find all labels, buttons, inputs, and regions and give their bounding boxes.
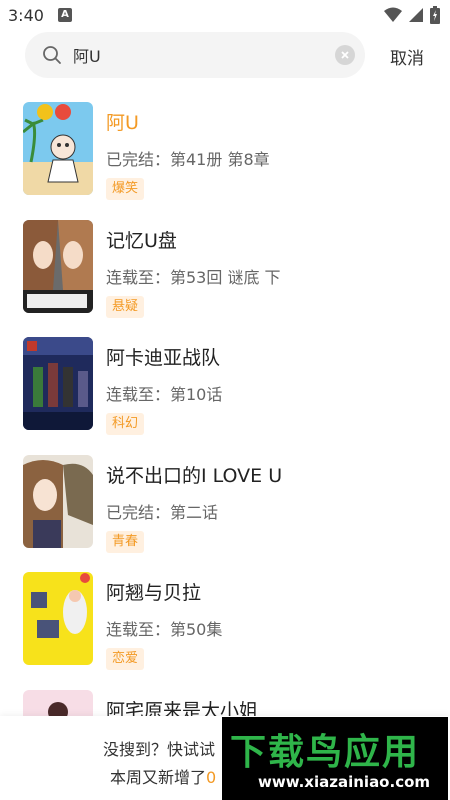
battery-icon	[430, 6, 440, 24]
comic-cover[interactable]	[23, 337, 93, 430]
search-icon	[43, 46, 61, 64]
result-title: 阿卡迪亚战队	[106, 347, 221, 369]
notification-icon: A	[57, 8, 72, 22]
genre-tag: 青春	[106, 530, 145, 553]
watermark-logo: 下载鸟应用 www.xiazainiao.com	[222, 717, 448, 800]
result-status: 连载至：第10话	[106, 385, 223, 404]
result-title: 记忆U盘	[106, 229, 177, 252]
result-item[interactable]: 记忆U盘 连载至：第53回 谜底 下 悬疑	[0, 210, 450, 328]
hint-subtext: 本周又新增了0	[110, 764, 216, 788]
result-item[interactable]: 阿卡迪亚战队 连载至：第10话 科幻	[0, 327, 450, 445]
hint-text: 没搜到？快试试	[103, 740, 216, 759]
search-results-list: 阿U 已完结：第41册 第8章 爆笑 记忆U盘 连载至：第53回 谜底 下 悬疑	[0, 92, 450, 797]
wifi-icon	[384, 7, 402, 22]
genre-tag: 科幻	[106, 413, 145, 435]
result-status: 已完结：第41册 第8章	[106, 150, 270, 169]
result-status: 连载至：第53回 谜底 下	[106, 267, 281, 287]
search-box[interactable]	[25, 32, 365, 78]
comic-cover[interactable]	[23, 219, 93, 313]
status-time: 3:40	[8, 5, 44, 25]
cancel-button[interactable]: 取消	[390, 44, 424, 69]
result-title: 阿U	[106, 112, 139, 134]
watermark-title: 下载鸟应用	[230, 732, 421, 773]
result-title: 阿翘与贝拉	[106, 582, 202, 604]
comic-cover[interactable]	[23, 102, 93, 195]
watermark-url: www.xiazainiao.com	[258, 773, 431, 791]
result-item[interactable]: 说不出口的I LOVE U 已完结：第二话 青春	[0, 445, 450, 563]
comic-cover[interactable]	[23, 454, 93, 548]
signal-icon	[409, 8, 423, 22]
search-input[interactable]	[73, 32, 343, 78]
result-item[interactable]: 阿U 已完结：第41册 第8章 爆笑	[0, 92, 450, 210]
genre-tag: 悬疑	[106, 295, 145, 318]
status-icons	[384, 6, 440, 24]
new-count: 0	[206, 768, 217, 787]
result-status: 已完结：第二话	[106, 502, 219, 522]
hint-subtext-prefix: 本周又新增了	[110, 768, 207, 787]
genre-tag: 恋爱	[106, 648, 145, 670]
result-title: 说不出口的I LOVE U	[106, 464, 283, 487]
result-item[interactable]: 阿翘与贝拉 连载至：第50集 恋爱	[0, 562, 450, 680]
comic-cover[interactable]	[23, 572, 93, 665]
search-bar: 取消	[0, 32, 450, 78]
result-status: 连载至：第50集	[106, 620, 223, 639]
status-bar: 3:40 A	[0, 0, 450, 30]
clear-icon[interactable]	[335, 45, 355, 65]
genre-tag: 爆笑	[106, 178, 145, 200]
